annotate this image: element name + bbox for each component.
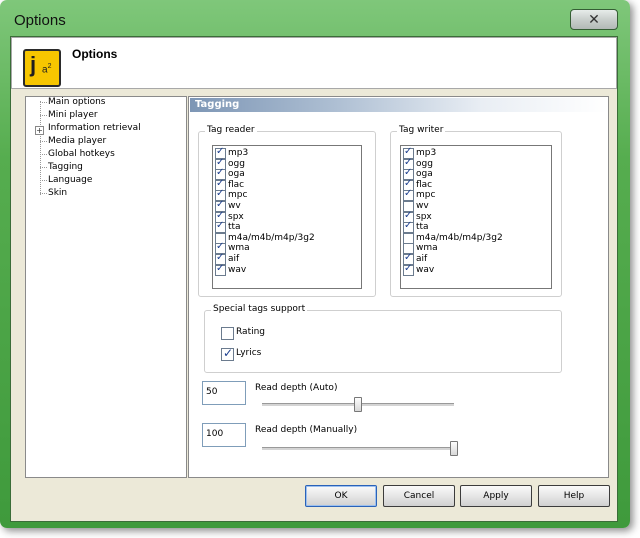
read-depth-auto-input[interactable]: 50: [202, 381, 246, 405]
tag-reader-item-label: flac: [228, 179, 245, 190]
tree-item-skin[interactable]: Skin: [48, 188, 67, 198]
tag-reader-label: Tag reader: [205, 125, 257, 135]
section-header: Tagging: [190, 98, 607, 112]
tag-reader-item-label: wav: [228, 264, 247, 275]
tag-reader-item-label: spx: [228, 211, 244, 222]
read-depth-manual-track[interactable]: [262, 447, 454, 451]
tree-item-main-options[interactable]: Main options: [48, 97, 106, 107]
options-window: Options ✕ j a2 Options Main options Mini…: [0, 0, 630, 528]
close-icon: ✕: [588, 11, 600, 28]
tag-reader-item-label: wv: [228, 201, 241, 211]
tag-reader-list[interactable]: mp3oggogaflacmpcwvspxttam4a/m4b/m4p/3g2w…: [212, 145, 362, 289]
logo-a2: a2: [42, 63, 52, 76]
lyrics-label: Lyrics: [236, 348, 262, 358]
header-title: Options: [72, 47, 118, 61]
tag-writer-item-label: aif: [416, 254, 428, 264]
cancel-button[interactable]: Cancel: [383, 485, 455, 507]
tag-writer-item-label: spx: [416, 211, 432, 222]
tagging-panel: Tagging Tag reader mp3oggogaflacmpcwvspx…: [188, 96, 609, 478]
tag-writer-item-label: wav: [416, 264, 435, 275]
read-depth-manual-slider-thumb[interactable]: [450, 441, 458, 456]
tag-writer-item-label: mpc: [416, 190, 436, 201]
section-title: Tagging: [195, 99, 240, 110]
close-button[interactable]: ✕: [570, 9, 618, 30]
read-depth-auto-value: 50: [206, 387, 218, 397]
help-button[interactable]: Help: [538, 485, 610, 507]
tag-writer-list[interactable]: mp3oggogaflacmpcwvspxttam4a/m4b/m4p/3g2w…: [400, 145, 552, 289]
tag-reader-checkbox[interactable]: [215, 220, 226, 234]
tag-writer-checkbox[interactable]: [403, 263, 414, 276]
tag-reader-item-label: tta: [228, 222, 241, 233]
tag-reader-checkbox[interactable]: [215, 263, 226, 276]
tag-reader-item-label: aif: [228, 254, 240, 264]
tag-writer-checkbox[interactable]: [403, 232, 414, 244]
header-banner: j a2 Options: [11, 37, 617, 89]
options-tree: Main options Mini player + Information r…: [25, 96, 187, 478]
tag-reader-item-label: oga: [228, 169, 245, 180]
read-depth-auto-slider-thumb[interactable]: [354, 397, 362, 412]
expand-plus-icon[interactable]: +: [35, 126, 44, 135]
window-title: Options: [14, 12, 66, 29]
tag-reader-item-label: wma: [228, 243, 250, 254]
tag-reader-group: Tag reader mp3oggogaflacmpcwvspxttam4a/m…: [198, 125, 376, 297]
tag-writer-checkbox[interactable]: [403, 188, 414, 202]
apply-button[interactable]: Apply: [460, 485, 532, 507]
dialog-client: j a2 Options Main options Mini player + …: [10, 36, 618, 522]
read-depth-manual-label: Read depth (Manually): [255, 425, 358, 435]
ok-button[interactable]: OK: [305, 485, 377, 507]
tag-reader-item-label: ogg: [228, 158, 245, 169]
tag-writer-checkbox[interactable]: [403, 220, 414, 234]
tree-item-mini-player[interactable]: Mini player: [48, 110, 98, 120]
app-logo: j a2: [23, 49, 61, 87]
read-depth-auto-label: Read depth (Auto): [255, 383, 338, 393]
tag-reader-item-label: mpc: [228, 190, 248, 201]
rating-checkbox[interactable]: [221, 327, 234, 340]
tag-writer-item-label: wma: [416, 243, 438, 254]
tag-writer-group: Tag writer mp3oggogaflacmpcwvspxttam4a/m…: [390, 125, 562, 297]
lyrics-checkbox[interactable]: [221, 346, 234, 361]
rating-label: Rating: [236, 327, 266, 337]
tag-writer-item-label: mp3: [416, 148, 437, 158]
tag-writer-item-label: ogg: [416, 158, 433, 169]
tag-reader-item-label: m4a/m4b/m4p/3g2: [228, 232, 315, 243]
special-tags-group: Special tags support Rating Lyrics: [204, 304, 562, 373]
logo-j: j: [30, 52, 37, 77]
tree-item-media-player[interactable]: Media player: [48, 136, 106, 146]
tag-reader-item-label: mp3: [228, 148, 249, 158]
tag-writer-item-label: wv: [416, 201, 429, 211]
tree-item-global-hotkeys[interactable]: Global hotkeys: [48, 149, 115, 159]
read-depth-manual-input[interactable]: 100: [202, 423, 246, 447]
tree-item-information-retrieval[interactable]: Information retrieval: [48, 123, 141, 133]
tree-item-tagging[interactable]: Tagging: [48, 162, 83, 172]
tag-writer-item-label: tta: [416, 222, 429, 233]
tag-writer-item-label: m4a/m4b/m4p/3g2: [416, 232, 503, 243]
tag-writer-item-label: flac: [416, 179, 433, 190]
tag-writer-item-label: oga: [416, 169, 433, 180]
tree-item-language[interactable]: Language: [48, 175, 92, 185]
read-depth-manual-value: 100: [206, 429, 224, 439]
special-tags-label: Special tags support: [211, 304, 308, 314]
tag-writer-label: Tag writer: [397, 125, 446, 135]
